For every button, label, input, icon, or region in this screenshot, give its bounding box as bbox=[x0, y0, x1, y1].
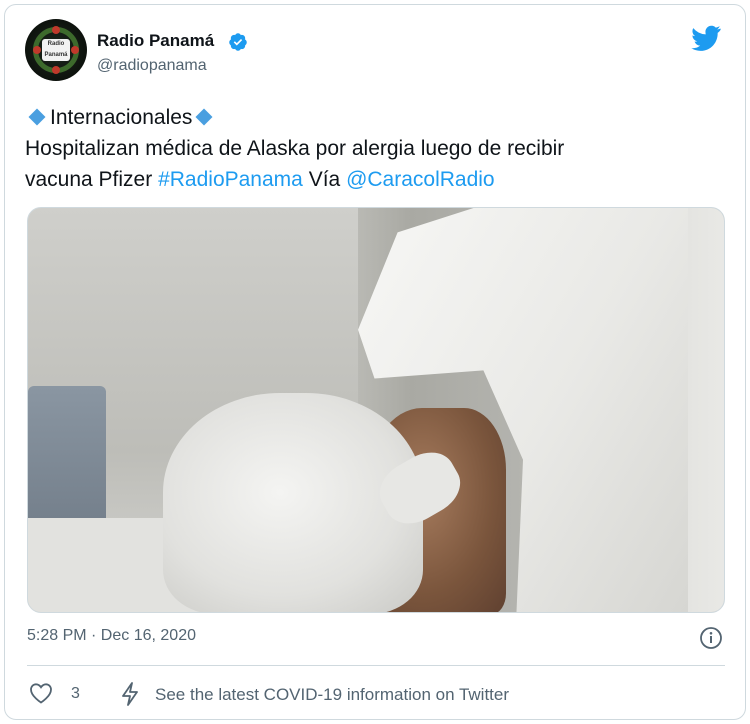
bolt-icon[interactable] bbox=[119, 681, 141, 707]
tweet-text-fragment: Vía bbox=[308, 168, 341, 191]
diamond-icon bbox=[195, 108, 213, 126]
avatar-logo: Radio Panamá bbox=[42, 39, 70, 61]
tweet-text: Internacionales Hospitalizan médica de A… bbox=[25, 102, 725, 195]
avatar-berry bbox=[52, 26, 60, 34]
avatar-berry bbox=[33, 46, 41, 54]
tweet-headline: Hospitalizan médica de Alaska por alergi… bbox=[25, 137, 565, 160]
tweet-text-line: Internacionales bbox=[25, 102, 725, 133]
tweet-category: Internacionales bbox=[50, 106, 193, 129]
tweet-timestamp[interactable]: 5:28 PM · Dec 16, 2020 bbox=[27, 627, 196, 645]
verified-badge-icon bbox=[229, 33, 247, 51]
avatar-berry bbox=[52, 66, 60, 74]
avatar-berry bbox=[71, 46, 79, 54]
hashtag-link[interactable]: #RadioPanama bbox=[158, 168, 303, 191]
like-count: 3 bbox=[71, 685, 80, 702]
divider bbox=[27, 665, 725, 666]
tweet-header: Radio Panamá Radio Panamá @radiopanama bbox=[25, 19, 725, 83]
avatar[interactable]: Radio Panamá bbox=[25, 19, 87, 81]
account-handle[interactable]: @radiopanama bbox=[97, 57, 207, 75]
mention-link[interactable]: @CaracolRadio bbox=[346, 168, 495, 191]
tweet-actions: 3 See the latest COVID-19 information on… bbox=[27, 677, 725, 711]
tweet-text-line: vacuna Pfizer #RadioPanama Vía @CaracolR… bbox=[25, 164, 725, 195]
tweet-photo[interactable] bbox=[27, 207, 725, 613]
heart-icon[interactable] bbox=[29, 682, 53, 704]
tweet-card[interactable]: Radio Panamá Radio Panamá @radiopanama I… bbox=[4, 4, 746, 720]
account-name[interactable]: Radio Panamá bbox=[97, 31, 214, 51]
tweet-text-fragment: vacuna Pfizer bbox=[25, 168, 153, 191]
covid-info-link[interactable]: See the latest COVID-19 information on T… bbox=[155, 685, 509, 705]
twitter-bird-icon[interactable] bbox=[691, 25, 721, 51]
diamond-icon bbox=[28, 108, 46, 126]
info-icon[interactable] bbox=[699, 626, 723, 650]
